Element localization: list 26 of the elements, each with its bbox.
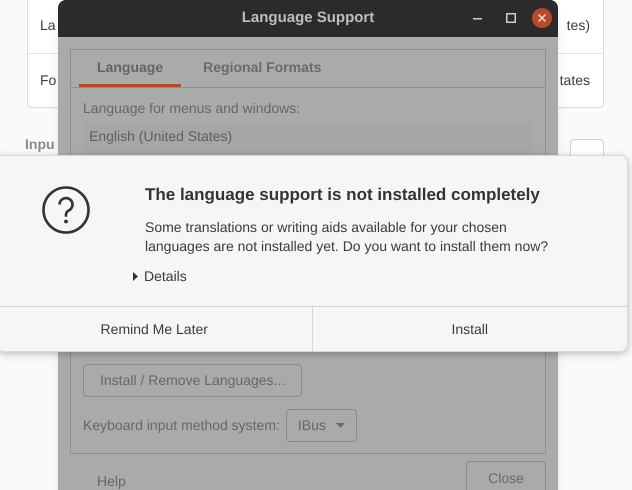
window-title: Language Support [242,8,374,28]
dropdown-caret-icon [336,423,345,428]
alert-message: Some translations or writing aids available for your chosen languages are not installed yet. Do you want to install them now? [145,218,550,256]
language-item[interactable]: English (United States) [89,126,527,147]
alert-button[interactable]: Remind Me Later [0,307,312,351]
alert-button[interactable]: Install [312,307,627,351]
setting-label: Fo [40,70,56,90]
section-heading: Inpu [25,135,55,154]
setting-label: La [40,16,56,36]
help-button[interactable]: Help [97,471,126,490]
input-method-dropdown[interactable]: IBus [286,409,357,442]
install-remove-button[interactable]: Install / Remove Languages... [83,364,302,397]
alert-title: The language support is not installed completely [145,184,541,206]
minimize-icon[interactable] [473,18,482,20]
collapsed-triangle-icon [133,272,139,280]
maximize-icon[interactable] [506,13,516,23]
list-label: Language for menus and windows: [83,99,302,118]
details-expander[interactable]: Details [133,266,187,286]
setting-value: tes) [566,16,590,36]
question-icon [42,186,90,234]
input-method-label: Keyboard input method system: [83,416,280,435]
close-button[interactable]: Close [466,461,546,490]
setting-value: tates [560,70,590,90]
tab[interactable]: Regional Formats [185,50,340,87]
close-icon[interactable] [532,8,552,28]
tab[interactable]: Language [79,50,182,87]
